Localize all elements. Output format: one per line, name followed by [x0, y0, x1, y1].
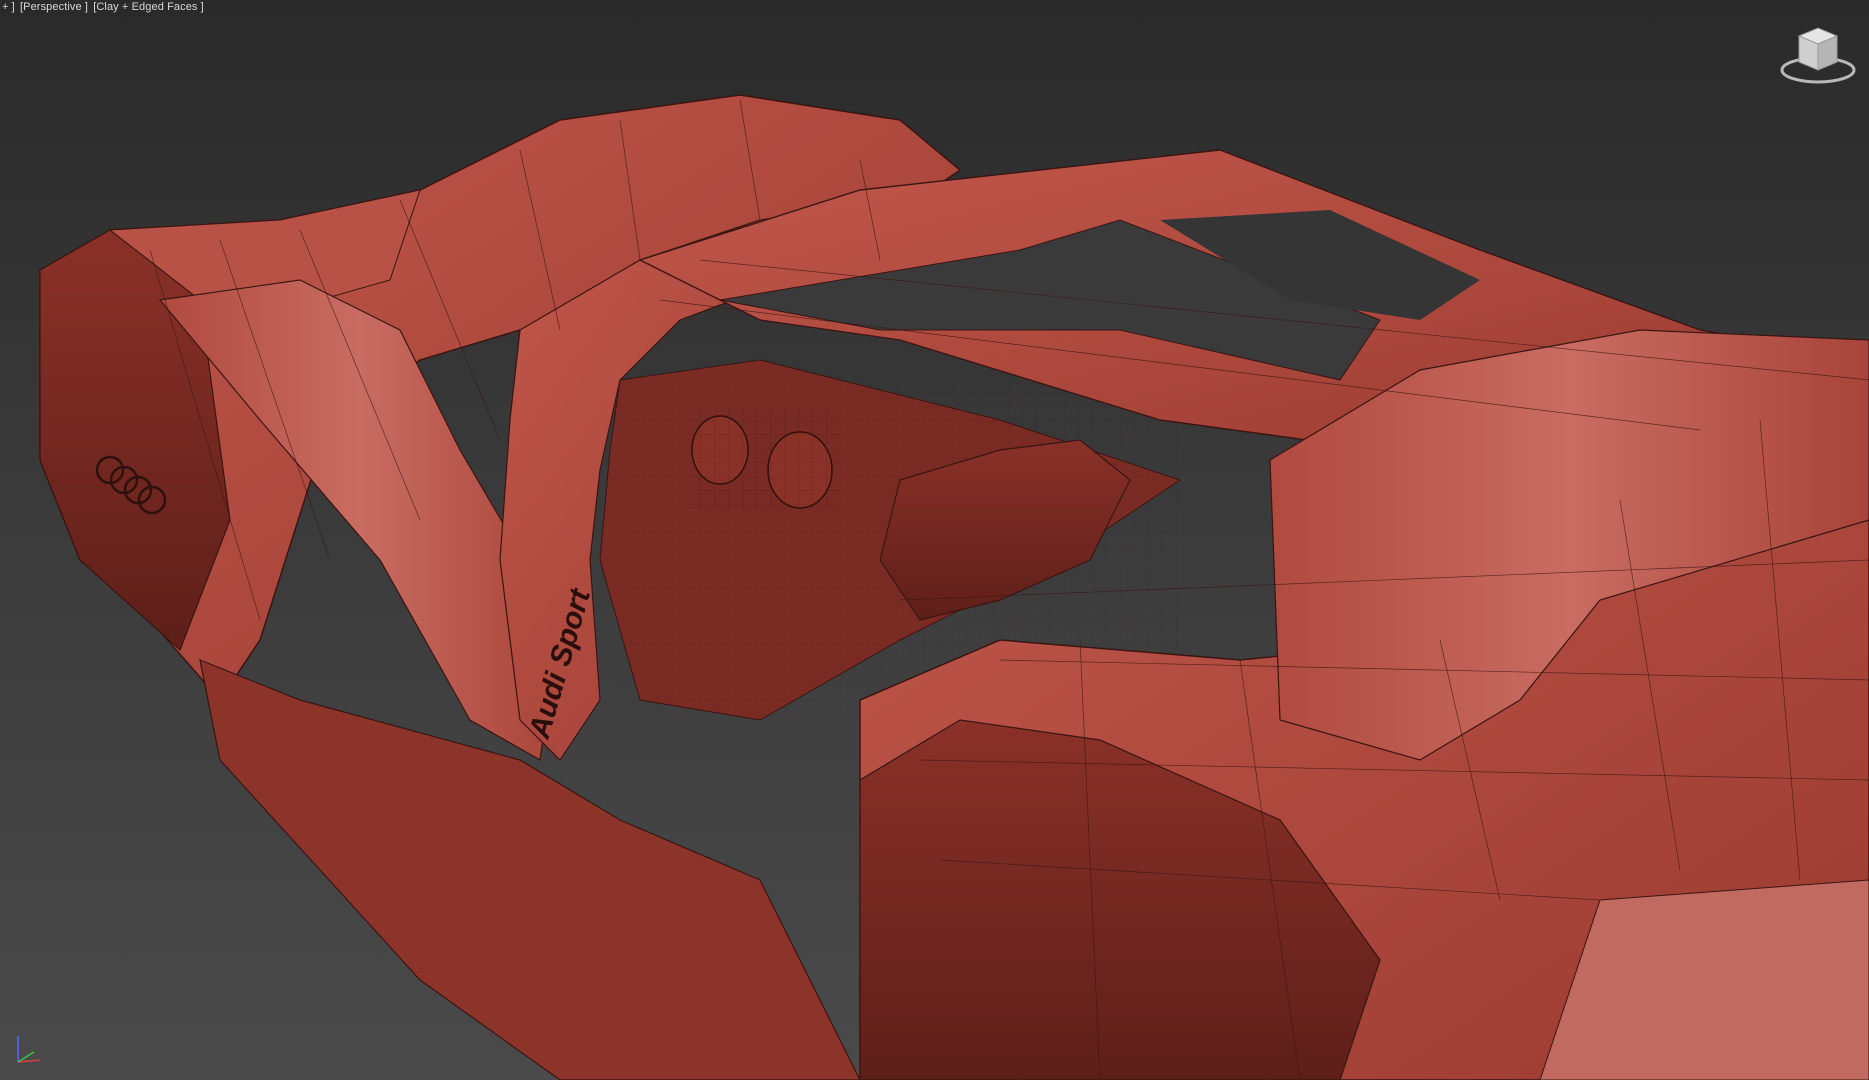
car-model-render[interactable]: Audi Sport [0, 0, 1869, 1080]
3d-viewport[interactable]: + ] [Perspective ] [Clay + Edged Faces ] [0, 0, 1869, 1080]
exhaust-tips [690, 410, 840, 510]
viewcube-icon[interactable] [1777, 18, 1859, 88]
axis-tripod-icon [17, 1036, 41, 1063]
